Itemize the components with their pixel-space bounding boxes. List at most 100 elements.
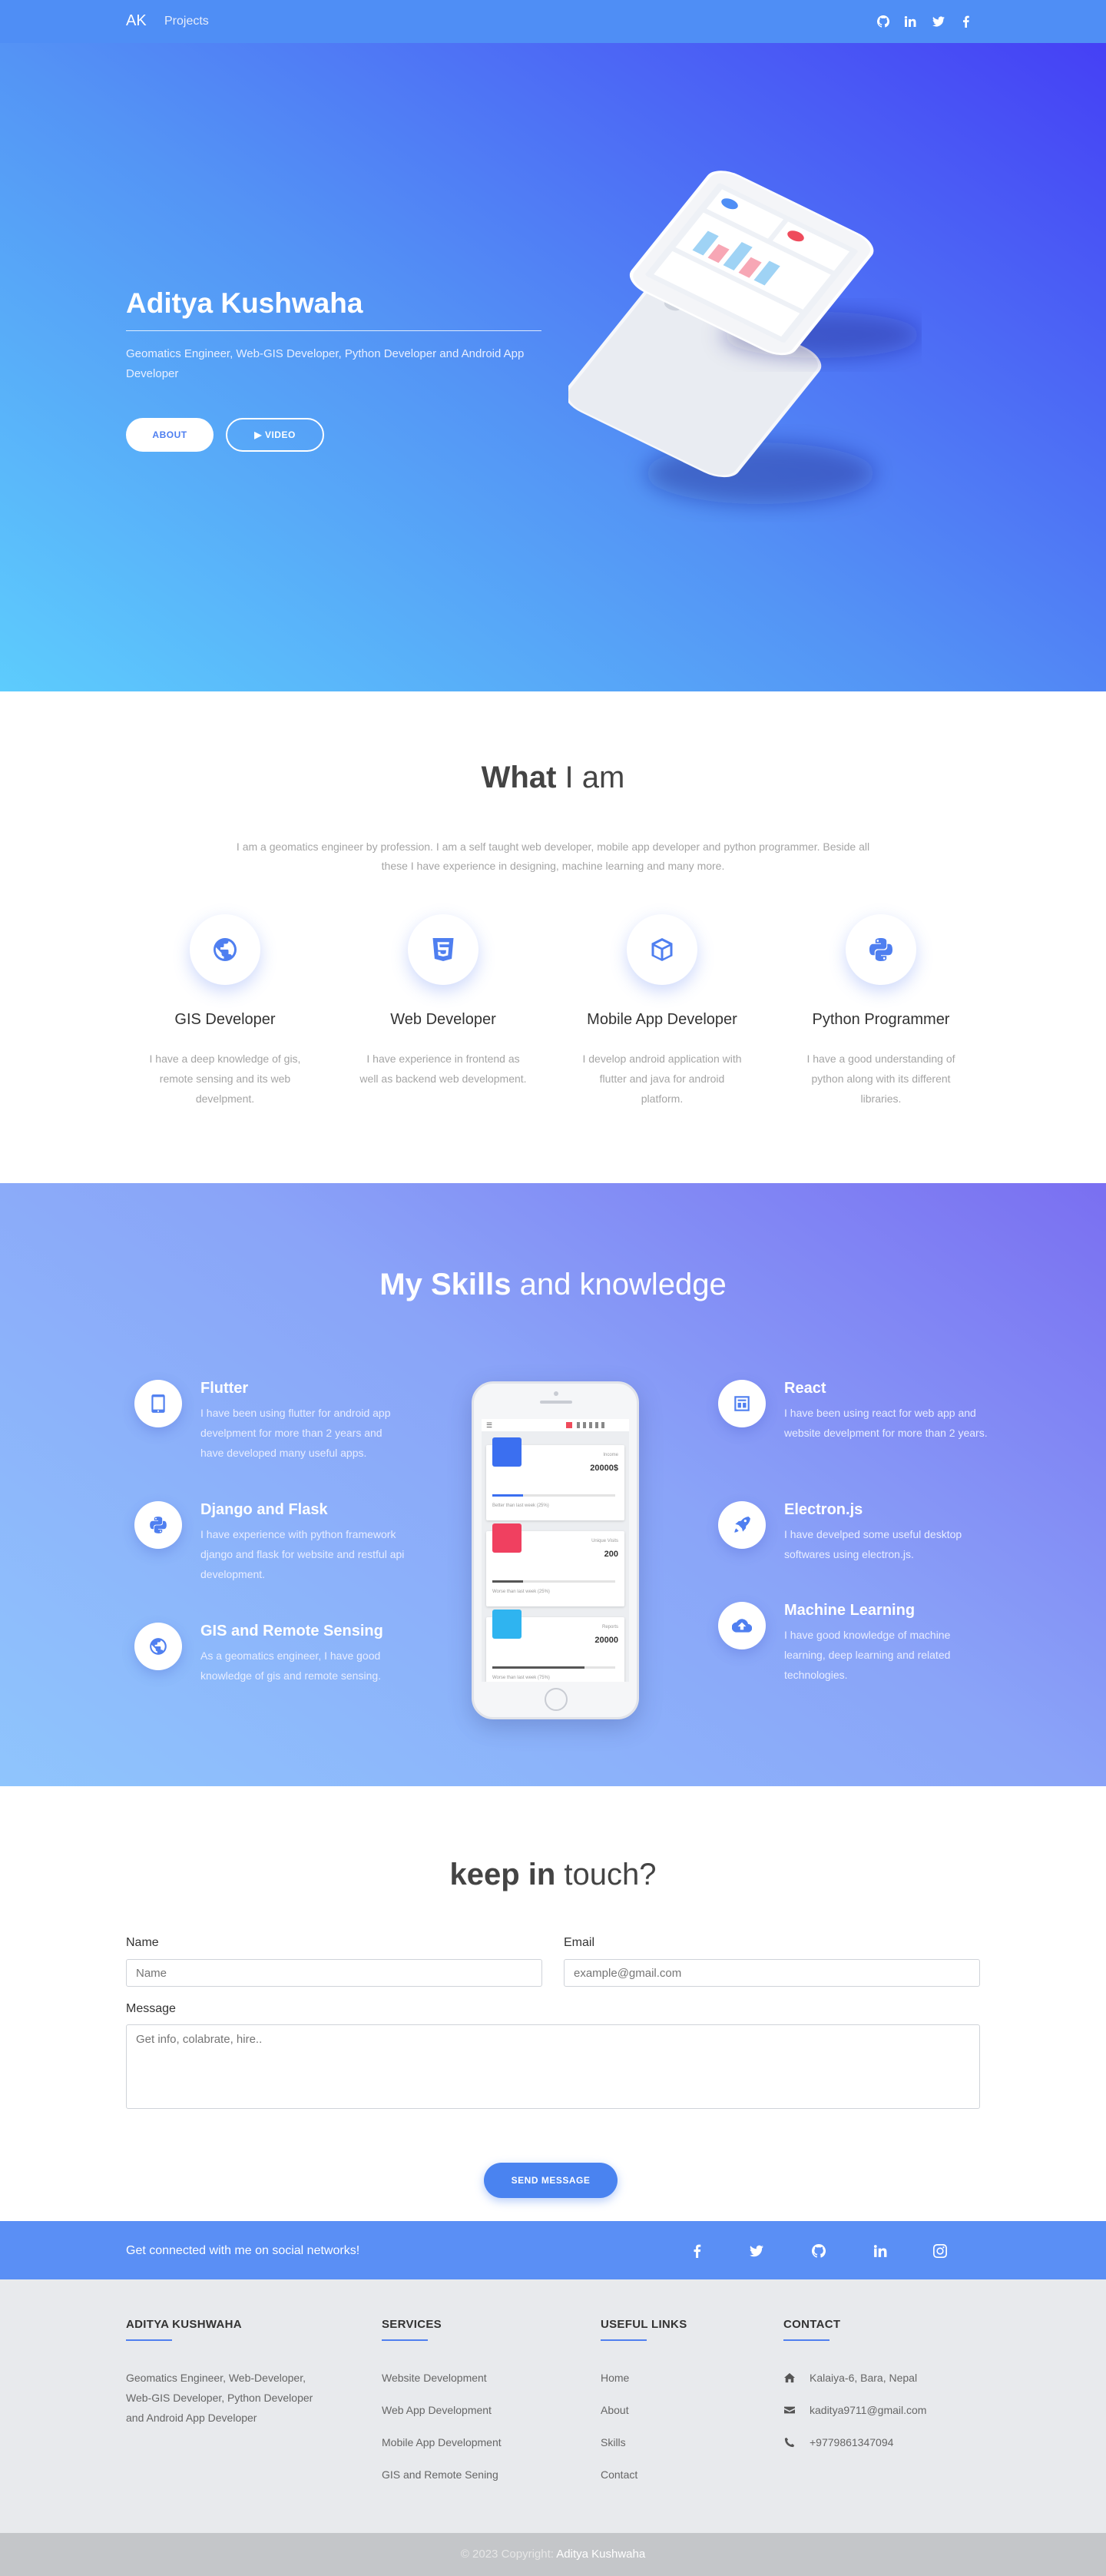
service-card-mobile: Mobile App Developer I develop android a… [562, 914, 762, 1109]
footer-service-link[interactable]: Mobile App Development [382, 2436, 502, 2448]
phones-illustration [568, 171, 922, 504]
name-field[interactable] [126, 1959, 542, 1987]
menu-icon: ☰ [486, 1421, 493, 1429]
facebook-icon[interactable] [689, 2243, 706, 2259]
email-field[interactable] [564, 1959, 980, 1987]
about-button-label: ABOUT [152, 429, 187, 440]
card-progress [492, 1580, 615, 1583]
hero-title: Aditya Kushwaha [126, 287, 363, 319]
social-bar: Get connected with me on social networks… [0, 2221, 1106, 2279]
what-section-title: What I am [0, 761, 1106, 795]
skill-desc: I have been using flutter for android ap… [200, 1407, 391, 1459]
globe-icon [134, 1623, 182, 1670]
skills-title: My Skills and knowledge [0, 1268, 1106, 1302]
footer-service-link[interactable]: Web App Development [382, 2404, 492, 2416]
card-note: Worse than last week (25%) [492, 1590, 550, 1594]
toolbar-icons [577, 1422, 608, 1428]
python-icon [134, 1501, 182, 1549]
brand-logo[interactable]: AK [126, 12, 147, 30]
phone-home-button [545, 1688, 568, 1711]
service-card-python: Python Programmer I have a good understa… [781, 914, 981, 1109]
footer-email[interactable]: kaditya9711@gmail.com [810, 2404, 926, 2416]
footer-link-about[interactable]: About [601, 2404, 629, 2416]
video-button[interactable]: ▶ VIDEO [226, 418, 324, 452]
what-description: I am a geomatics engineer by profession.… [236, 840, 870, 872]
video-button-label: VIDEO [264, 429, 296, 440]
linkedin-icon[interactable] [902, 13, 919, 30]
phone-speaker [540, 1401, 572, 1404]
hero-section: Aditya Kushwaha Geomatics Engineer, Web-… [0, 43, 1106, 691]
nav-link-projects[interactable]: Projects [164, 15, 209, 28]
send-message-button[interactable]: SEND MESSAGE [484, 2163, 618, 2198]
card-progress [492, 1666, 615, 1669]
instagram-icon[interactable] [932, 2243, 949, 2259]
footer-col-underline [126, 2339, 172, 2341]
footer-col-underline [601, 2339, 647, 2341]
skill-title: GIS and Remote Sensing [200, 1623, 383, 1639]
about-button[interactable]: ABOUT [126, 418, 214, 452]
card-note: Worse than last week (75%) [492, 1676, 550, 1680]
footer-col-underline [783, 2339, 830, 2341]
github-icon[interactable] [875, 13, 892, 30]
facebook-icon[interactable] [958, 13, 975, 30]
footer-col-title: SERVICES [382, 2318, 442, 2331]
skill-desc: I have experience with python framework … [200, 1528, 405, 1580]
tablet-icon [134, 1380, 182, 1427]
skill-title: React [784, 1380, 826, 1397]
phone-card: Reports 20000 Worse than last week (75%) [486, 1610, 624, 1682]
card-note: Better than last week (25%) [492, 1503, 549, 1508]
copyright-name[interactable]: Aditya Kushwaha [556, 2548, 645, 2561]
what-title-bold: What [481, 761, 557, 794]
rocket-icon [718, 1501, 766, 1549]
card-value: 20000$ [590, 1464, 618, 1473]
python-icon [846, 914, 916, 985]
phone-card: Unique Visits 200 Worse than last week (… [486, 1523, 624, 1606]
skills-title-bold: My Skills [379, 1268, 512, 1301]
footer-link-home[interactable]: Home [601, 2372, 629, 2384]
card-label: Reports [601, 1625, 618, 1629]
footer-service-link[interactable]: GIS and Remote Sening [382, 2468, 498, 2481]
footer-phone[interactable]: +9779861347094 [810, 2436, 893, 2448]
skill-title: Electron.js [784, 1501, 863, 1518]
footer-col-title: CONTACT [783, 2318, 841, 2331]
service-card-gis: GIS Developer I have a deep knowledge of… [125, 914, 325, 1109]
service-title: Web Developer [390, 1011, 496, 1028]
footer-link-contact[interactable]: Contact [601, 2468, 637, 2481]
html5-icon [408, 914, 478, 985]
footer-link-skills[interactable]: Skills [601, 2436, 626, 2448]
linkedin-icon[interactable] [872, 2243, 889, 2259]
message-label: Message [126, 2002, 176, 2015]
play-icon: ▶ [254, 429, 262, 440]
envelope-icon [783, 2404, 796, 2416]
footer-about-text: Geomatics Engineer, Web-Developer, Web-G… [126, 2372, 313, 2424]
footer-service-link[interactable]: Website Development [382, 2372, 487, 2384]
contact-title: keep in touch? [0, 1858, 1106, 1892]
phone-icon [783, 2436, 796, 2448]
cube-icon [627, 914, 697, 985]
globe-icon [190, 914, 260, 985]
phone-app-bar: ☰ [482, 1419, 629, 1431]
twitter-icon[interactable] [930, 13, 947, 30]
social-bar-text: Get connected with me on social networks… [126, 2244, 360, 2257]
footer: ADITYA KUSHWAHA Geomatics Engineer, Web-… [0, 2279, 1106, 2533]
github-icon[interactable] [810, 2243, 827, 2259]
footer-col-title: ADITYA KUSHWAHA [126, 2318, 242, 2331]
what-title-rest: I am [556, 761, 625, 794]
wallet-icon [492, 1437, 522, 1467]
hero-divider [126, 330, 541, 331]
email-label: Email [564, 1936, 595, 1949]
copyright-bar: © 2023 Copyright: Aditya Kushwaha [0, 2533, 1106, 2576]
service-title: Python Programmer [812, 1011, 950, 1028]
skill-desc: I have develped some useful desktop soft… [784, 1528, 962, 1560]
card-progress-fill [492, 1666, 584, 1669]
navbar: AK Projects [0, 0, 1106, 43]
send-message-label: SEND MESSAGE [511, 2175, 591, 2186]
notification-icon [566, 1422, 572, 1428]
message-field[interactable] [126, 2024, 980, 2109]
card-progress-fill [492, 1580, 523, 1583]
service-title: GIS Developer [174, 1011, 276, 1028]
phone-card: Income 20000$ Better than last week (25%… [486, 1437, 624, 1520]
react-icon [718, 1380, 766, 1427]
twitter-icon[interactable] [748, 2243, 765, 2259]
card-value: 200 [604, 1550, 618, 1559]
